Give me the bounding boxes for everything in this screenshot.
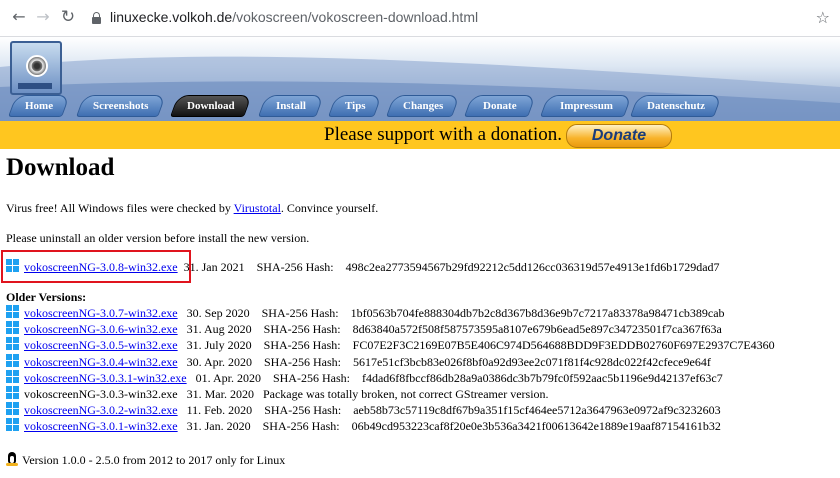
windows-icon xyxy=(6,321,20,335)
release-date: 30. Apr. 2020 xyxy=(186,354,252,369)
tab-datenschutz[interactable]: Datenschutz xyxy=(629,95,723,117)
virus-text-post: . Convince yourself. xyxy=(280,201,379,215)
hash-label: SHA-256 Hash: xyxy=(261,306,339,320)
bookmark-star-icon[interactable]: ☆ xyxy=(816,8,830,27)
tab-install[interactable]: Install xyxy=(257,95,325,117)
older-version-row: vokoscreenNG-3.0.3.1-win32.exe 01. Apr. … xyxy=(6,369,775,386)
uninstall-notice: Please uninstall an older version before… xyxy=(6,231,310,245)
address-bar[interactable]: linuxecke.volkoh.de/vokoscreen/vokoscree… xyxy=(110,9,478,25)
tab-impressum[interactable]: Impressum xyxy=(539,95,633,117)
older-version-row: vokoscreenNG-3.0.2-win32.exe 11. Feb. 20… xyxy=(6,402,775,418)
tab-donate[interactable]: Donate xyxy=(463,95,537,117)
release-date: 30. Sep 2020 xyxy=(186,306,250,320)
download-link[interactable]: vokoscreenNG-3.0.2-win32.exe xyxy=(24,403,178,417)
windows-icon xyxy=(6,369,20,384)
download-link[interactable]: vokoscreenNG-3.0.7-win32.exe xyxy=(24,306,178,320)
hash-value: 5617e51cf3bcb83e026f8bf0a92d93ee2c071f81… xyxy=(352,354,711,369)
release-date: 11. Feb. 2020 xyxy=(186,403,253,418)
broken-file-name: vokoscreenNG-3.0.3-win32.exe xyxy=(24,386,178,401)
current-date: 31. Jan 2021 xyxy=(183,260,245,274)
download-link[interactable]: vokoscreenNG-3.0.3.1-win32.exe xyxy=(24,371,187,385)
nav-tabs: Home Screenshots Download Install Tips C… xyxy=(6,95,840,117)
hash-label: SHA-256 Hash: xyxy=(263,322,341,337)
virus-free-notice: Virus free! All Windows files were check… xyxy=(6,201,378,216)
hash-value: f4dad6f8fbccf86db28a9a0386dc3b7b79fc0f59… xyxy=(361,370,723,385)
donation-banner: Please support with a donation. Donate xyxy=(0,121,840,149)
url-path: /vokoscreen/vokoscreen-download.html xyxy=(232,9,479,25)
release-date: 31. Mar. 2020 xyxy=(186,386,254,401)
release-date: 31. Jan. 2020 xyxy=(186,419,251,434)
linux-note-text: Version 1.0.0 - 2.5.0 from 2012 to 2017 … xyxy=(22,453,286,467)
download-link[interactable]: vokoscreenNG-3.0.1-win32.exe xyxy=(24,419,178,433)
tab-screenshots[interactable]: Screenshots xyxy=(75,95,167,117)
virus-text-pre: Virus free! All Windows files were check… xyxy=(6,201,234,215)
current-hash-label: SHA-256 Hash: xyxy=(256,260,334,274)
hash-label: SHA-256 Hash: xyxy=(263,338,341,353)
tux-linux-icon xyxy=(6,452,18,466)
tab-tips[interactable]: Tips xyxy=(327,95,383,117)
hash-value: FC07E2F3C2169E07B5E406C974D564688BDD9F3E… xyxy=(352,338,775,353)
hash-label: SHA-256 Hash: xyxy=(272,370,350,385)
page-title: Download xyxy=(6,154,115,181)
windows-icon xyxy=(6,385,20,400)
browser-toolbar: ← → ↻ linuxecke.volkoh.de/vokoscreen/vok… xyxy=(0,0,840,37)
older-version-row: vokoscreenNG-3.0.5-win32.exe 31. July 20… xyxy=(6,337,775,353)
tab-download[interactable]: Download xyxy=(169,95,253,117)
download-link[interactable]: vokoscreenNG-3.0.5-win32.exe xyxy=(24,338,178,352)
older-versions-heading: Older Versions: xyxy=(6,290,87,304)
hash-value: aeb58b73c57119c8df67b9a351f15cf464ee5712… xyxy=(353,403,721,418)
older-version-row: vokoscreenNG-3.0.1-win32.exe 31. Jan. 20… xyxy=(6,418,775,434)
hash-value: 06b49cd953223caf8f20e0e3b536a3421f006136… xyxy=(351,419,721,434)
download-link[interactable]: vokoscreenNG-3.0.4-win32.exe xyxy=(24,355,178,369)
lock-icon[interactable] xyxy=(92,12,101,24)
hash-value: 8d63840a572f508f587573595a8107e679b6ead5… xyxy=(352,322,722,337)
back-arrow-icon[interactable]: ← xyxy=(10,8,28,26)
donation-text: Please support with a donation. xyxy=(324,124,562,145)
release-date: 31. July 2020 xyxy=(186,338,252,353)
older-versions-list: vokoscreenNG-3.0.7-win32.exe 30. Sep 202… xyxy=(6,305,775,435)
older-version-row: vokoscreenNG-3.0.4-win32.exe 30. Apr. 20… xyxy=(6,353,775,370)
vokoscreen-logo[interactable] xyxy=(10,41,62,95)
windows-icon xyxy=(6,402,20,416)
release-date: 01. Apr. 2020 xyxy=(195,370,261,385)
older-version-row: vokoscreenNG-3.0.6-win32.exe 31. Aug 202… xyxy=(6,321,775,337)
download-link[interactable]: vokoscreenNG-3.0.6-win32.exe xyxy=(24,322,178,336)
hash-label: SHA-256 Hash: xyxy=(263,354,341,369)
tab-changes[interactable]: Changes xyxy=(385,95,461,117)
tab-home[interactable]: Home xyxy=(7,95,71,117)
highlight-annotation xyxy=(1,250,191,283)
site-header: Home Screenshots Download Install Tips C… xyxy=(0,37,840,149)
older-version-row: vokoscreenNG-3.0.7-win32.exe 30. Sep 202… xyxy=(6,305,775,321)
broken-note: Package was totally broken, not correct … xyxy=(262,386,549,401)
hash-value: 1bf0563b704fe888304db7b2c8d367b8d36e9b7c… xyxy=(350,306,725,320)
linux-note: Version 1.0.0 - 2.5.0 from 2012 to 2017 … xyxy=(6,452,285,468)
windows-icon xyxy=(6,418,20,432)
hash-label: SHA-256 Hash: xyxy=(264,403,342,418)
url-host: linuxecke.volkoh.de xyxy=(110,9,233,25)
windows-icon xyxy=(6,353,20,368)
release-date: 31. Aug 2020 xyxy=(186,322,252,337)
virustotal-link[interactable]: Virustotal xyxy=(234,201,281,215)
hash-label: SHA-256 Hash: xyxy=(262,419,340,434)
donate-button[interactable]: Donate xyxy=(566,124,672,148)
reload-icon[interactable]: ↻ xyxy=(59,8,77,26)
forward-arrow-icon[interactable]: → xyxy=(34,8,52,26)
windows-icon xyxy=(6,305,20,319)
windows-icon xyxy=(6,337,20,351)
older-version-row: vokoscreenNG-3.0.3-win32.exe 31. Mar. 20… xyxy=(6,385,775,402)
current-hash: 498c2ea2773594567b29fd92212c5dd126cc0363… xyxy=(345,260,720,274)
